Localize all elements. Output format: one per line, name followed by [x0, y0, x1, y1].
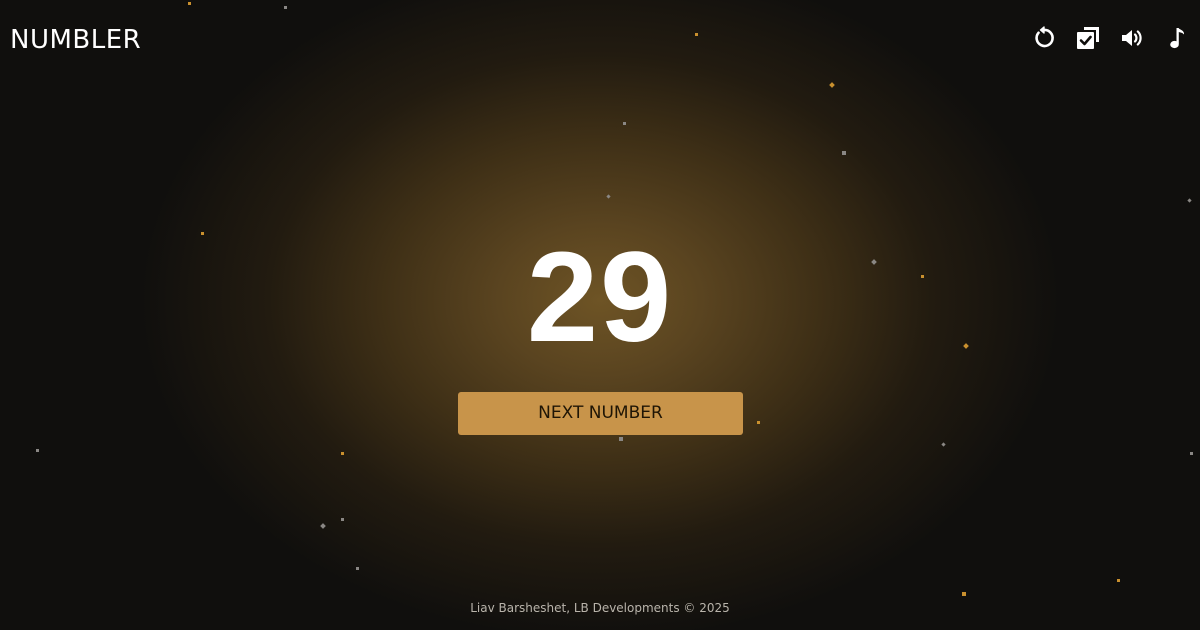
sound-button[interactable]: [1120, 26, 1144, 50]
footer-credit: Liav Barsheshet, LB Developments © 2025: [470, 601, 730, 615]
music-button[interactable]: [1164, 26, 1188, 50]
next-number-button[interactable]: NEXT NUMBER: [458, 392, 743, 435]
current-number: 29: [526, 226, 674, 369]
checklist-icon: [1077, 27, 1099, 49]
history-button[interactable]: [1076, 26, 1100, 50]
volume-icon: [1122, 30, 1142, 46]
app-title: NUMBLER: [10, 25, 142, 55]
refresh-icon: [1035, 26, 1054, 48]
toolbar: [1032, 26, 1188, 50]
reset-button[interactable]: [1032, 26, 1056, 50]
music-note-icon: [1170, 28, 1184, 49]
